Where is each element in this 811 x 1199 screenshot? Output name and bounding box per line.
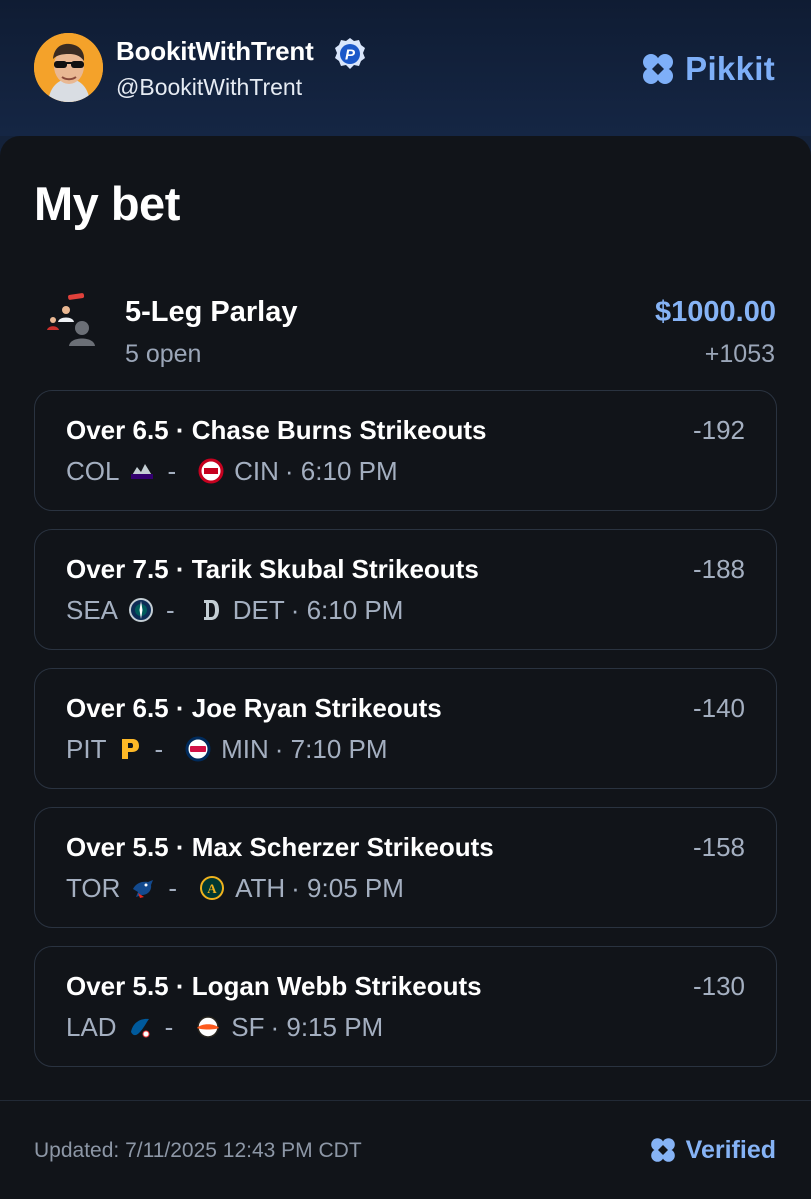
brand-logo: Pikkit bbox=[639, 48, 775, 90]
leg-matchup: SEA - DET · 6:10 PM bbox=[66, 594, 403, 626]
home-team: SF bbox=[231, 1011, 265, 1042]
page-title: My bet bbox=[34, 177, 180, 230]
clover-icon bbox=[643, 54, 674, 84]
clover-icon bbox=[650, 1138, 675, 1162]
leg-title: Over 6.5 · Chase Burns Strikeouts bbox=[66, 415, 487, 445]
bet-leg[interactable]: Over 7.5 · Tarik Skubal Strikeouts -188 … bbox=[34, 529, 777, 650]
leg-odds: -192 bbox=[692, 415, 745, 445]
stake-amount: $1000.00 bbox=[655, 296, 776, 328]
athletics-logo-icon: A bbox=[200, 876, 225, 900]
dodgers-logo-icon bbox=[130, 1018, 150, 1038]
giants-logo-icon bbox=[197, 1016, 220, 1038]
bet-leg[interactable]: Over 6.5 · Chase Burns Strikeouts -192 C… bbox=[34, 390, 777, 511]
leg-odds: -130 bbox=[692, 971, 745, 1001]
pikkit-p-badge-icon: P bbox=[335, 38, 365, 69]
separator: - bbox=[168, 872, 178, 903]
game-time: · 6:10 PM bbox=[290, 594, 404, 625]
avatar-icon bbox=[34, 33, 103, 102]
twins-logo-icon bbox=[185, 736, 211, 762]
leg-title: Over 5.5 · Logan Webb Strikeouts bbox=[66, 971, 482, 1001]
bet-leg[interactable]: Over 6.5 · Joe Ryan Strikeouts -140 PIT … bbox=[34, 668, 777, 789]
parlay-name: 5-Leg Parlay bbox=[125, 296, 298, 328]
game-time: · 6:10 PM bbox=[284, 455, 398, 486]
bet-leg[interactable]: Over 5.5 · Max Scherzer Strikeouts -158 … bbox=[34, 807, 777, 928]
reds-logo-icon bbox=[198, 458, 224, 484]
leg-odds: -140 bbox=[692, 693, 745, 723]
leg-matchup: COL - CIN · 6:10 PM bbox=[66, 455, 398, 487]
mariners-logo-icon bbox=[129, 598, 154, 622]
updated-timestamp: Updated: 7/11/2025 12:43 PM CDT bbox=[34, 1139, 362, 1162]
leg-title: Over 5.5 · Max Scherzer Strikeouts bbox=[66, 832, 494, 862]
leg-matchup: LAD - SF · 9:15 PM bbox=[66, 1011, 383, 1043]
profile-header: BookitWithTrent P @BookitWithTrent Pikki… bbox=[0, 0, 811, 136]
rockies-logo-icon bbox=[131, 464, 154, 479]
brand-name: Pikkit bbox=[685, 50, 775, 87]
leg-matchup: TOR - A ATH · 9:05 PM bbox=[66, 872, 404, 904]
game-time: · 7:10 PM bbox=[274, 733, 388, 764]
separator: - bbox=[164, 1011, 174, 1042]
bet-leg[interactable]: Over 5.5 · Logan Webb Strikeouts -130 LA… bbox=[34, 946, 777, 1067]
verified-badge: Verified bbox=[648, 1135, 776, 1165]
game-time: · 9:15 PM bbox=[270, 1011, 384, 1042]
game-time: · 9:05 PM bbox=[291, 872, 404, 903]
away-team: PIT bbox=[66, 733, 107, 764]
separator: - bbox=[154, 733, 164, 764]
parlay-odds: +1053 bbox=[704, 340, 775, 368]
parlay-players-icon bbox=[47, 293, 95, 346]
pirates-logo-icon bbox=[122, 739, 140, 759]
verified-label: Verified bbox=[685, 1135, 776, 1164]
footer-divider bbox=[0, 1100, 811, 1101]
open-status: 5 open bbox=[125, 340, 202, 368]
svg-text:A: A bbox=[207, 881, 217, 896]
bluejays-logo-icon bbox=[133, 880, 154, 898]
home-team: DET bbox=[232, 594, 285, 625]
avatar[interactable] bbox=[34, 33, 103, 102]
separator: - bbox=[166, 594, 175, 625]
away-team: LAD bbox=[66, 1011, 117, 1042]
bet-card: My bet 5-Leg Parlay 5 open $1000.00 +105… bbox=[0, 136, 811, 1199]
username[interactable]: BookitWithTrent bbox=[116, 36, 314, 67]
home-team: ATH bbox=[235, 872, 286, 903]
leg-odds: -188 bbox=[692, 554, 745, 584]
user-handle[interactable]: @BookitWithTrent bbox=[116, 74, 302, 101]
leg-matchup: PIT - MIN · 7:10 PM bbox=[66, 733, 388, 765]
leg-title: Over 7.5 · Tarik Skubal Strikeouts bbox=[66, 554, 479, 584]
home-team: CIN bbox=[234, 455, 279, 486]
away-team: TOR bbox=[66, 872, 121, 903]
separator: - bbox=[167, 455, 177, 486]
away-team: SEA bbox=[66, 594, 119, 625]
tigers-logo-icon bbox=[203, 600, 219, 620]
svg-text:P: P bbox=[345, 47, 356, 64]
away-team: COL bbox=[66, 455, 120, 486]
home-team: MIN bbox=[221, 733, 269, 764]
leg-title: Over 6.5 · Joe Ryan Strikeouts bbox=[66, 693, 442, 723]
leg-odds: -158 bbox=[692, 832, 745, 862]
